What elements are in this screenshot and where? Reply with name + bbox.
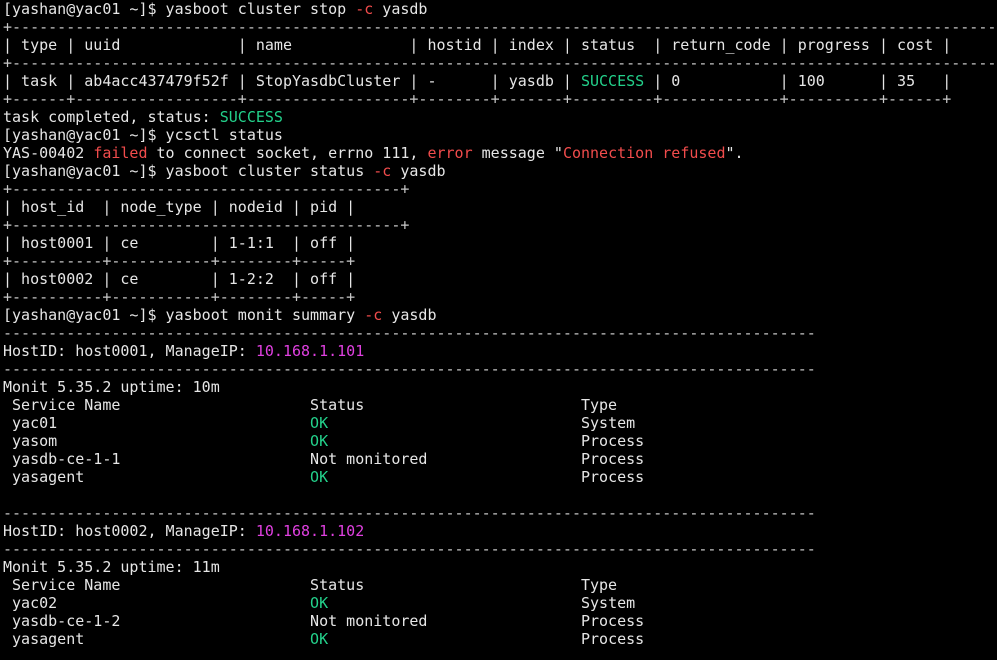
terminal-line: [yashan@yac01 ~]$ ycsctl status — [3, 126, 997, 144]
terminal-text-segment: +----------+-----------+--------+-----+ — [3, 252, 356, 270]
terminal-text-segment: yasdb — [391, 162, 446, 180]
terminal-text-segment: Monit 5.35.2 uptime: 10m — [3, 378, 220, 396]
terminal-text-segment: OK — [310, 630, 329, 648]
terminal-line: | host_id | node_type | nodeid | pid | — [3, 198, 997, 216]
terminal-text-segment: SUCCESS — [219, 108, 283, 126]
terminal-line: yasagent OK Process — [3, 468, 997, 486]
terminal-text-segment: [yashan@yac01 ~]$ ycsctl status — [3, 126, 283, 144]
terminal-text-segment: [yashan@yac01 ~]$ yasboot cluster stop — [3, 0, 356, 18]
terminal-text-segment: -c — [373, 162, 392, 180]
terminal-text-segment: System — [328, 594, 636, 612]
terminal-text-segment: Service Name Status Type — [3, 576, 618, 594]
terminal-text-segment: task completed, status: — [3, 108, 220, 126]
terminal-text-segment: yac02 — [3, 594, 311, 612]
terminal-text-segment: +---------------------------------------… — [3, 18, 997, 36]
terminal-output[interactable]: [yashan@yac01 ~]$ yasboot cluster stop -… — [0, 0, 997, 660]
terminal-text-segment: Monit 5.35.2 uptime: 11m — [3, 558, 220, 576]
terminal-line: +------+------------------+-------------… — [3, 90, 997, 108]
terminal-text-segment: Process — [328, 468, 645, 486]
terminal-line: | host0001 | ce | 1-1:1 | off | — [3, 234, 997, 252]
terminal-text-segment: HostID: host0001, ManageIP: — [3, 342, 256, 360]
terminal-text-segment: OK — [310, 468, 329, 486]
terminal-text-segment: HostID: host0002, ManageIP: — [3, 522, 256, 540]
terminal-line: +----------+-----------+--------+-----+ — [3, 252, 997, 270]
terminal-line: yasagent OK Process — [3, 630, 997, 648]
terminal-text-segment: | 0 | 100 | 35 | — [644, 72, 952, 90]
terminal-text-segment: +------+------------------+-------------… — [3, 90, 952, 108]
terminal-text-segment: -c — [355, 0, 374, 18]
terminal-text-segment: yasdb-ce-1-2 Not monitored Process — [3, 612, 645, 630]
terminal-line: | type | uuid | name | hostid | index | … — [3, 36, 997, 54]
terminal-line: HostID: host0002, ManageIP: 10.168.1.102 — [3, 522, 997, 540]
terminal-text-segment: ----------------------------------------… — [3, 504, 816, 522]
terminal-line: yasdb-ce-1-2 Not monitored Process — [3, 612, 997, 630]
terminal-line: yasdb-ce-1-1 Not monitored Process — [3, 450, 997, 468]
terminal-line: Monit 5.35.2 uptime: 10m — [3, 378, 997, 396]
terminal-text-segment: ----------------------------------------… — [3, 360, 816, 378]
terminal-text-segment: | host0002 | ce | 1-2:2 | off | — [3, 270, 356, 288]
terminal-text-segment: failed — [93, 144, 148, 162]
terminal-line: Service Name Status Type — [3, 396, 997, 414]
terminal-line: Service Name Status Type — [3, 576, 997, 594]
terminal-line: [yashan@yac01 ~]$ yasboot cluster stop -… — [3, 0, 997, 18]
terminal-text-segment: yasdb — [382, 306, 437, 324]
terminal-text-segment: 10.168.1.101 — [255, 342, 365, 360]
terminal-line: yasom OK Process — [3, 432, 997, 450]
terminal-line: task completed, status: SUCCESS — [3, 108, 997, 126]
terminal-text-segment: error — [427, 144, 473, 162]
terminal-line: +---------------------------------------… — [3, 18, 997, 36]
terminal-text-segment: [yashan@yac01 ~]$ yasboot cluster status — [3, 162, 374, 180]
terminal-text-segment: +---------------------------------------… — [3, 54, 997, 72]
terminal-line: | host0002 | ce | 1-2:2 | off | — [3, 270, 997, 288]
terminal-text-segment: OK — [310, 432, 329, 450]
terminal-text-segment: SUCCESS — [580, 72, 645, 90]
terminal-text-segment: ----------------------------------------… — [3, 324, 816, 342]
terminal-text-segment: YAS-00402 — [3, 144, 94, 162]
terminal-text-segment: -c — [364, 306, 383, 324]
terminal-text-segment: | host_id | node_type | nodeid | pid | — [3, 198, 356, 216]
terminal-line: HostID: host0001, ManageIP: 10.168.1.101 — [3, 342, 997, 360]
terminal-line: yac02 OK System — [3, 594, 997, 612]
terminal-text-segment: OK — [310, 414, 329, 432]
terminal-line: +---------------------------------------… — [3, 216, 997, 234]
terminal-text-segment: +----------+-----------+--------+-----+ — [3, 288, 356, 306]
terminal-text-segment: 10.168.1.102 — [255, 522, 365, 540]
terminal-text-segment: ----------------------------------------… — [3, 540, 816, 558]
terminal-text-segment: yasdb — [373, 0, 428, 18]
terminal-text-segment: Connection refused — [562, 144, 726, 162]
terminal-line: ----------------------------------------… — [3, 540, 997, 558]
terminal-text-segment: +---------------------------------------… — [3, 216, 410, 234]
terminal-text-segment: yasdb-ce-1-1 Not monitored Process — [3, 450, 645, 468]
terminal-text-segment: +---------------------------------------… — [3, 180, 410, 198]
terminal-text-segment: Process — [328, 432, 645, 450]
terminal-line: ----------------------------------------… — [3, 324, 997, 342]
terminal-text-segment: OK — [310, 594, 329, 612]
terminal-line: | task | ab4acc437479f52f | StopYasdbClu… — [3, 72, 997, 90]
terminal-text-segment: yasagent — [3, 468, 311, 486]
terminal-text-segment: Process — [328, 630, 645, 648]
terminal-text-segment: | task | ab4acc437479f52f | StopYasdbClu… — [3, 72, 581, 90]
terminal-text-segment: yasagent — [3, 630, 311, 648]
terminal-text-segment: ". — [725, 144, 744, 162]
terminal-text-segment: to connect socket, errno 111, — [147, 144, 428, 162]
terminal-text-segment: [yashan@yac01 ~]$ yasboot monit summary — [3, 306, 365, 324]
terminal-line: +----------+-----------+--------+-----+ — [3, 288, 997, 306]
terminal-text-segment: | host0001 | ce | 1-1:1 | off | — [3, 234, 356, 252]
terminal-line: +---------------------------------------… — [3, 180, 997, 198]
terminal-line: [yashan@yac01 ~]$ yasboot cluster status… — [3, 162, 997, 180]
terminal-text-segment: yasom — [3, 432, 311, 450]
terminal-line: Monit 5.35.2 uptime: 11m — [3, 558, 997, 576]
terminal-text-segment: message " — [472, 144, 563, 162]
terminal-text-segment: yac01 — [3, 414, 311, 432]
terminal-line: YAS-00402 failed to connect socket, errn… — [3, 144, 997, 162]
terminal-text-segment: System — [328, 414, 636, 432]
terminal-text-segment: Service Name Status Type — [3, 396, 618, 414]
terminal-text-segment: | type | uuid | name | hostid | index | … — [3, 36, 952, 54]
terminal-line: yac01 OK System — [3, 414, 997, 432]
terminal-line: +---------------------------------------… — [3, 54, 997, 72]
terminal-line: [yashan@yac01 ~]$ yasboot monit summary … — [3, 306, 997, 324]
terminal-line: ----------------------------------------… — [3, 360, 997, 378]
terminal-line: ----------------------------------------… — [3, 504, 997, 522]
